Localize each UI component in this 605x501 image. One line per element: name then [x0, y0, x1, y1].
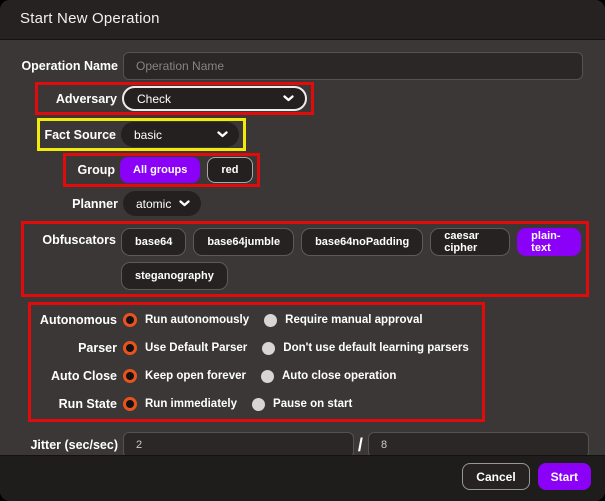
radio-run-autonomously-icon[interactable] — [123, 313, 137, 327]
dialog-footer: Cancel Start — [0, 455, 605, 501]
radio-no-default-learning-parsers-icon[interactable] — [262, 341, 276, 355]
obfuscator-base64noPadding[interactable]: base64noPadding — [301, 228, 424, 256]
operation-name-row: Operation Name — [0, 52, 589, 80]
dialog-body: Operation Name Adversary Check Fact Sour… — [0, 40, 605, 455]
adversary-select[interactable]: Check — [122, 86, 307, 111]
jitter-label: Jitter (sec/sec) — [30, 438, 118, 452]
chevron-down-icon — [179, 200, 190, 207]
radio-keep-open-forever-label: Keep open forever — [145, 370, 246, 382]
autonomous-label: Autonomous — [39, 313, 117, 327]
planner-label: Planner — [72, 196, 118, 211]
autonomous-row: Autonomous Run autonomously Require manu… — [35, 306, 478, 334]
radio-use-default-parser-icon[interactable] — [123, 341, 137, 355]
obfuscator-options: base64 base64jumble base64noPadding caes… — [121, 228, 581, 290]
planner-selected-value: atomic — [136, 196, 172, 211]
adversary-label: Adversary — [55, 91, 117, 106]
obfuscator-caesar-cipher[interactable]: caesar cipher — [430, 228, 511, 256]
annotation-red-box-run-options: Autonomous Run autonomously Require manu… — [28, 302, 485, 422]
radio-run-immediately-label: Run immediately — [145, 398, 238, 410]
dialog-title: Start New Operation — [20, 10, 160, 27]
run-state-label: Run State — [58, 397, 117, 411]
run-state-row: Run State Run immediately Pause on start — [35, 390, 478, 418]
auto-close-label: Auto Close — [51, 369, 117, 383]
fact-source-label: Fact Source — [44, 127, 116, 142]
operation-name-input[interactable] — [123, 52, 583, 80]
radio-run-immediately-icon[interactable] — [123, 397, 137, 411]
fact-source-select[interactable]: basic — [121, 122, 239, 147]
adversary-selected-value: Check — [137, 91, 172, 106]
group-options: All groups red — [120, 157, 253, 183]
fact-source-selected-value: basic — [134, 127, 163, 142]
auto-close-row: Auto Close Keep open forever Auto close … — [35, 362, 478, 390]
group-label: Group — [77, 163, 116, 177]
radio-run-autonomously-label: Run autonomously — [145, 314, 250, 326]
operation-name-label: Operation Name — [21, 59, 118, 73]
radio-require-manual-approval-icon[interactable] — [264, 313, 278, 327]
radio-keep-open-forever-icon[interactable] — [123, 369, 137, 383]
parser-label: Parser — [78, 341, 117, 355]
group-option-all-groups[interactable]: All groups — [120, 157, 201, 183]
obfuscator-steganography[interactable]: steganography — [121, 262, 228, 290]
chevron-down-icon — [217, 131, 228, 138]
annotation-red-box-group: Group All groups red — [63, 153, 260, 187]
planner-select[interactable]: atomic — [123, 191, 201, 216]
obfuscator-base64jumble[interactable]: base64jumble — [193, 228, 295, 256]
jitter-separator: / — [357, 434, 363, 455]
start-button[interactable]: Start — [537, 463, 591, 490]
group-option-red[interactable]: red — [207, 157, 253, 183]
radio-auto-close-operation-icon[interactable] — [260, 369, 274, 383]
jitter-min-input[interactable] — [123, 432, 354, 455]
radio-require-manual-approval-label: Require manual approval — [285, 314, 423, 326]
radio-pause-on-start-label: Pause on start — [273, 398, 353, 410]
start-new-operation-dialog: Start New Operation Operation Name Adver… — [0, 0, 605, 501]
obfuscator-plain-text[interactable]: plain-text — [517, 228, 581, 256]
chevron-down-icon — [283, 95, 294, 102]
radio-use-default-parser-label: Use Default Parser — [145, 342, 248, 354]
jitter-max-input[interactable] — [367, 432, 589, 455]
cancel-button[interactable]: Cancel — [462, 463, 530, 490]
obfuscators-label: Obfuscators — [42, 233, 116, 247]
parser-row: Parser Use Default Parser Don't use defa… — [35, 334, 478, 362]
annotation-red-box-adversary: Adversary Check — [35, 82, 314, 115]
annotation-yellow-box-fact-source: Fact Source basic — [37, 118, 246, 151]
jitter-row: Jitter (sec/sec) / — [0, 432, 589, 455]
radio-no-default-learning-parsers-label: Don't use default learning parsers — [283, 342, 469, 354]
obfuscator-base64[interactable]: base64 — [121, 228, 187, 256]
dialog-header: Start New Operation — [0, 0, 605, 40]
radio-auto-close-operation-label: Auto close operation — [281, 370, 397, 382]
radio-pause-on-start-icon[interactable] — [252, 397, 266, 411]
planner-row: Planner atomic — [0, 191, 589, 216]
annotation-red-box-obfuscators: Obfuscators base64 base64jumble base64no… — [21, 221, 589, 297]
